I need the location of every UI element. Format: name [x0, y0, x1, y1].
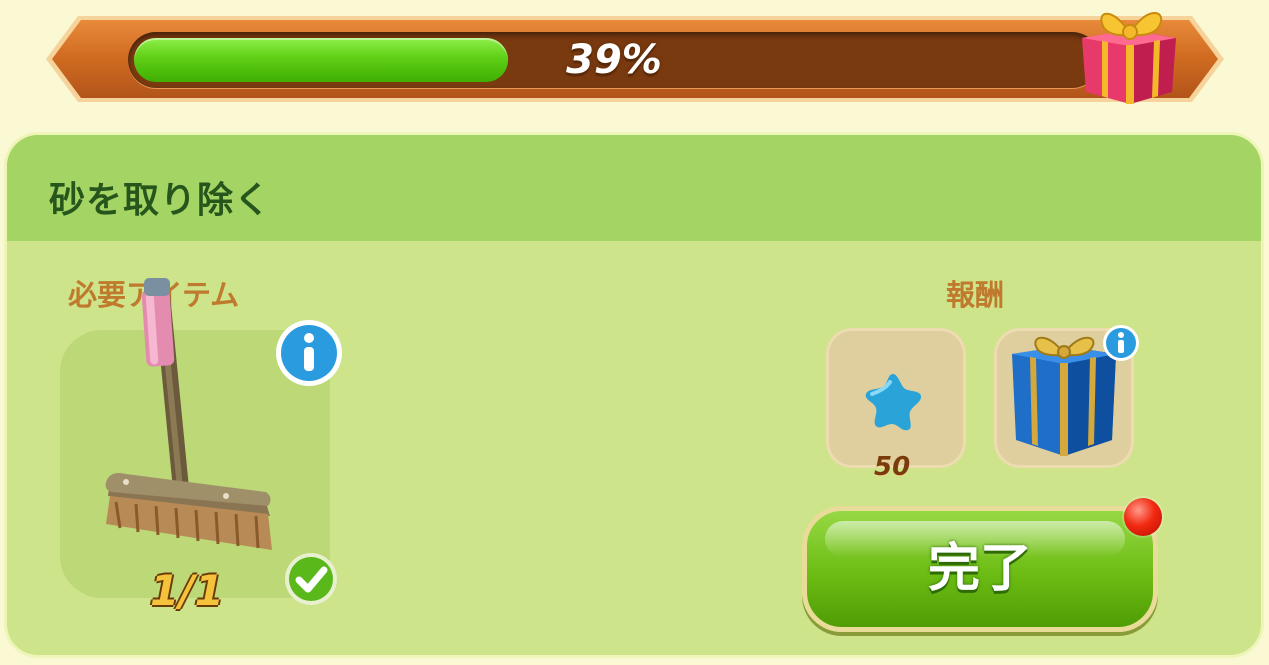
gift-box-icon[interactable]	[1074, 0, 1184, 108]
check-icon	[285, 553, 337, 605]
reward-amount: 50	[874, 452, 911, 482]
info-icon[interactable]	[274, 318, 344, 388]
broom-icon	[105, 278, 272, 550]
complete-button-label: 完了	[927, 539, 1032, 599]
reward-info-icon[interactable]	[1102, 324, 1140, 362]
progress-track: 39%	[128, 32, 1100, 88]
blue-star-icon	[865, 374, 922, 431]
required-item-count: 1/1	[150, 566, 224, 615]
progress-percent: 39%	[566, 37, 662, 83]
complete-button[interactable]: 完了	[802, 506, 1158, 632]
progress-banner: 39%	[44, 12, 1226, 104]
task-header: 砂を取り除く	[7, 135, 1261, 241]
notification-dot	[1124, 498, 1162, 536]
task-title: 砂を取り除く	[49, 180, 272, 221]
rewards-label: 報酬	[946, 278, 1005, 312]
